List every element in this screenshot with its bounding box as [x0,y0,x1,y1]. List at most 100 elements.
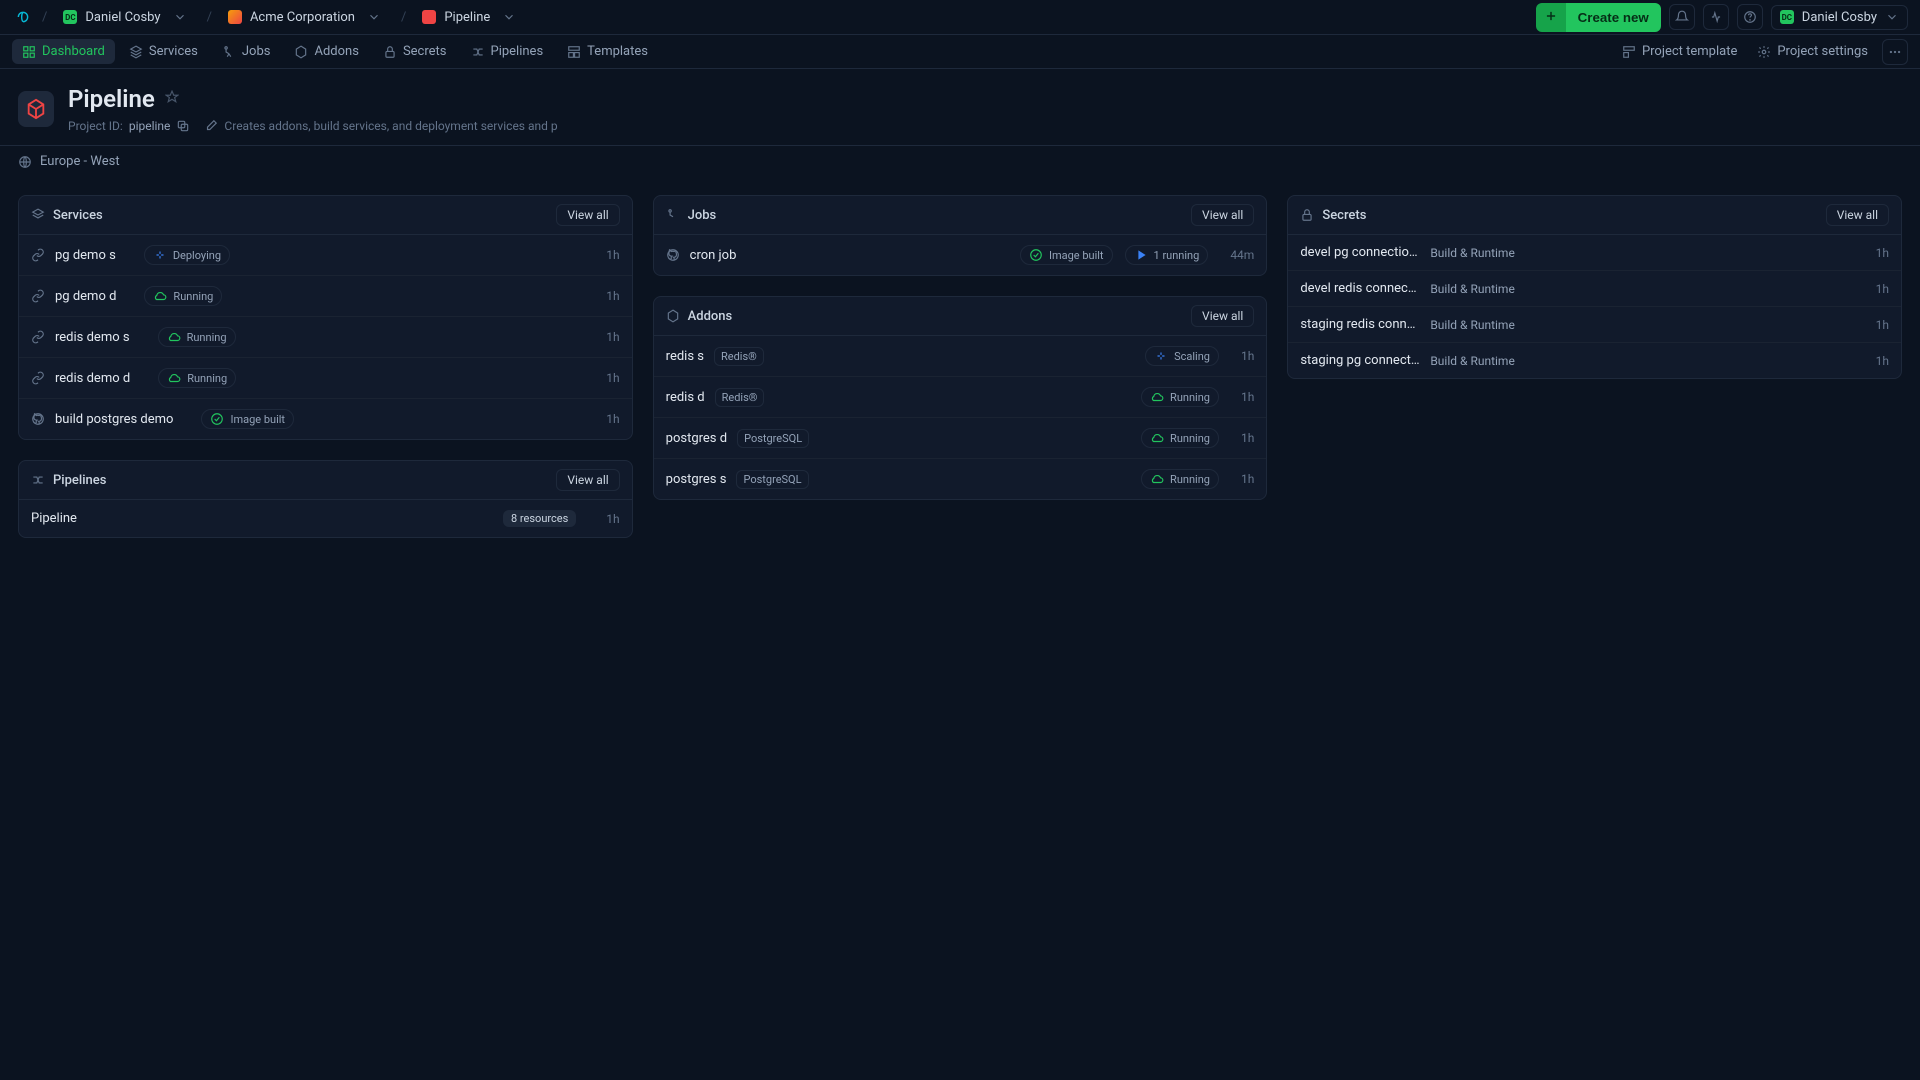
nav-label: Dashboard [42,44,105,59]
addon-name: postgres s [666,472,727,487]
project-settings-button[interactable]: Project settings [1751,40,1874,63]
nav-label: Services [149,44,198,59]
addon-row[interactable]: postgres s PostgreSQL Running 1h [654,459,1267,499]
create-new-button[interactable]: Create new [1566,3,1661,32]
user-menu-label: Daniel Cosby [1802,10,1877,25]
job-row[interactable]: cron job Image built 1 running 44m [654,235,1267,275]
status-badge: Running [1141,387,1219,407]
github-icon [666,248,680,262]
globe-icon [18,155,32,169]
nav-dashboard[interactable]: Dashboard [12,39,115,64]
create-new-plus-button[interactable] [1536,3,1566,32]
project-description-text: Creates addons, build services, and depl… [224,119,557,133]
project-nav: Dashboard Services Jobs Addons Secrets P… [0,35,1920,69]
breadcrumb-org-label: Acme Corporation [250,10,355,25]
template-icon [1622,45,1636,59]
status-badge: Running [1141,428,1219,448]
crumb-separator: / [401,10,406,25]
help-button[interactable] [1737,4,1763,30]
breadcrumb-project[interactable]: Pipeline [414,4,528,30]
copy-icon[interactable] [176,119,190,133]
service-row[interactable]: pg demo d Running 1h [19,276,632,317]
check-circle-icon [1029,248,1043,262]
service-row[interactable]: redis demo s Running 1h [19,317,632,358]
pipeline-row[interactable]: Pipeline 8 resources 1h [19,500,632,537]
edit-icon[interactable] [204,119,218,133]
view-all-button[interactable]: View all [1191,305,1254,327]
status-badge: Running [1141,469,1219,489]
secret-scope: Build & Runtime [1430,318,1514,332]
resources-badge: 8 resources [503,510,576,527]
view-all-button[interactable]: View all [1191,204,1254,226]
secret-name: staging redis connec… [1300,317,1420,332]
nav-label: Templates [587,44,648,59]
secret-row[interactable]: devel pg connection … Build & Runtime 1h [1288,235,1901,271]
chevron-down-icon[interactable] [498,8,520,26]
logo-icon[interactable] [12,6,34,28]
addon-type-tag: Redis® [715,388,765,407]
layers-icon [31,208,45,222]
nav-addons[interactable]: Addons [284,39,368,64]
nav-templates[interactable]: Templates [557,39,658,64]
hex-icon [666,309,680,323]
secret-row[interactable]: staging redis connec… Build & Runtime 1h [1288,307,1901,343]
addon-name: postgres d [666,431,727,446]
addon-row[interactable]: redis s Redis® Scaling 1h [654,336,1267,377]
panel-title: Secrets [1322,208,1366,223]
timestamp: 1h [606,289,619,303]
scaling-icon [1154,349,1168,363]
breadcrumb-user[interactable]: DC Daniel Cosby [55,4,198,30]
secret-scope: Build & Runtime [1430,354,1514,368]
avatar-badge-icon: DC [63,10,77,24]
secret-scope: Build & Runtime [1430,246,1514,260]
more-button[interactable] [1882,39,1908,65]
service-row[interactable]: pg demo s Deploying 1h [19,235,632,276]
star-button[interactable] [165,90,179,108]
secret-row[interactable]: devel redis connecti… Build & Runtime 1h [1288,271,1901,307]
project-id-label: Project ID: [68,119,123,133]
secret-row[interactable]: staging pg connecti… Build & Runtime 1h [1288,343,1901,378]
link-icon [31,371,45,385]
service-row[interactable]: build postgres demo Image built 1h [19,399,632,439]
nav-jobs[interactable]: Jobs [212,39,281,64]
secret-name: devel pg connection … [1300,245,1420,260]
check-circle-icon [210,412,224,426]
chevron-down-icon[interactable] [363,8,385,26]
addon-row[interactable]: redis d Redis® Running 1h [654,377,1267,418]
timestamp: 1h [606,371,619,385]
dots-icon [1888,45,1902,59]
service-name: pg demo d [55,289,116,304]
nav-label: Addons [314,44,358,59]
nav-pipelines[interactable]: Pipelines [461,39,554,64]
breadcrumb-project-label: Pipeline [444,10,490,25]
status-badge: Running [144,286,222,306]
nav-services[interactable]: Services [119,39,208,64]
project-icon [18,91,54,127]
breadcrumb-org[interactable]: Acme Corporation [220,4,393,30]
nav-secrets[interactable]: Secrets [373,39,457,64]
addons-panel: Addons View all redis s Redis® Scaling 1… [653,296,1268,500]
service-row[interactable]: redis demo d Running 1h [19,358,632,399]
notifications-button[interactable] [1669,4,1695,30]
avatar-badge-icon: DC [1780,10,1794,24]
view-all-button[interactable]: View all [1826,204,1889,226]
cloud-icon [1150,390,1164,404]
status-badge: Scaling [1145,346,1219,366]
status-badge: Deploying [144,245,230,265]
service-name: redis demo s [55,330,130,345]
deploying-icon [153,248,167,262]
service-name: redis demo d [55,371,130,386]
nav-label: Jobs [242,44,271,59]
running-badge: 1 running [1125,245,1209,265]
project-template-button[interactable]: Project template [1616,40,1743,63]
chevron-down-icon[interactable] [169,8,191,26]
addon-row[interactable]: postgres d PostgreSQL Running 1h [654,418,1267,459]
view-all-button[interactable]: View all [556,204,619,226]
activity-button[interactable] [1703,4,1729,30]
grid-icon [22,45,36,59]
view-all-button[interactable]: View all [556,469,619,491]
user-menu[interactable]: DC Daniel Cosby [1771,5,1908,30]
timestamp: 1h [1241,390,1254,404]
dashboard-content: Services View all pg demo s Deploying 1h… [0,177,1920,556]
nav-label: Pipelines [491,44,544,59]
